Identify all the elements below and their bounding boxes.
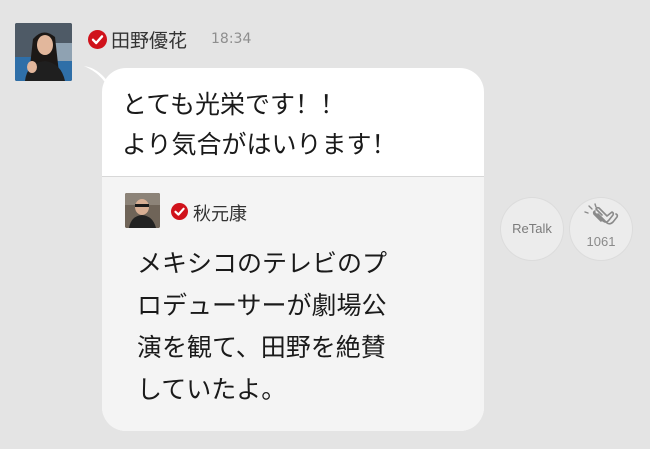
quoted-author-name: 秋元康 <box>193 204 247 225</box>
person-photo-icon <box>15 23 72 81</box>
quoted-talk-text: メキシコのテレビのプ ロデューサーが劇場公 演を観て、田野を絶賛 していたよ。 <box>137 249 388 404</box>
retalk-button[interactable]: ReTalk <box>501 198 563 260</box>
quoted-talk-card[interactable]: 秋元康 メキシコのテレビのプ ロデューサーが劇場公 演を観て、田野を絶賛 してい… <box>102 176 484 431</box>
applause-button[interactable]: 1061 <box>570 198 632 260</box>
message-text: とても光栄です！！ より気合がはいります！ <box>122 90 397 159</box>
sender-avatar[interactable] <box>15 23 72 81</box>
message-bubble[interactable]: とても光栄です！！ より気合がはいります！ 秋元康 メキシコのテレビのプ ロデュ… <box>102 68 484 431</box>
verified-badge-icon <box>171 203 188 220</box>
person-photo-icon <box>125 193 160 228</box>
retalk-label: ReTalk <box>512 221 552 236</box>
clapping-hands-icon <box>584 203 619 225</box>
verified-badge-icon <box>88 30 107 49</box>
quoted-author-avatar <box>125 193 160 228</box>
message-timestamp: 18:34 <box>211 31 252 47</box>
sender-name[interactable]: 田野優花 <box>111 26 187 53</box>
applause-count: 1061 <box>586 234 616 249</box>
